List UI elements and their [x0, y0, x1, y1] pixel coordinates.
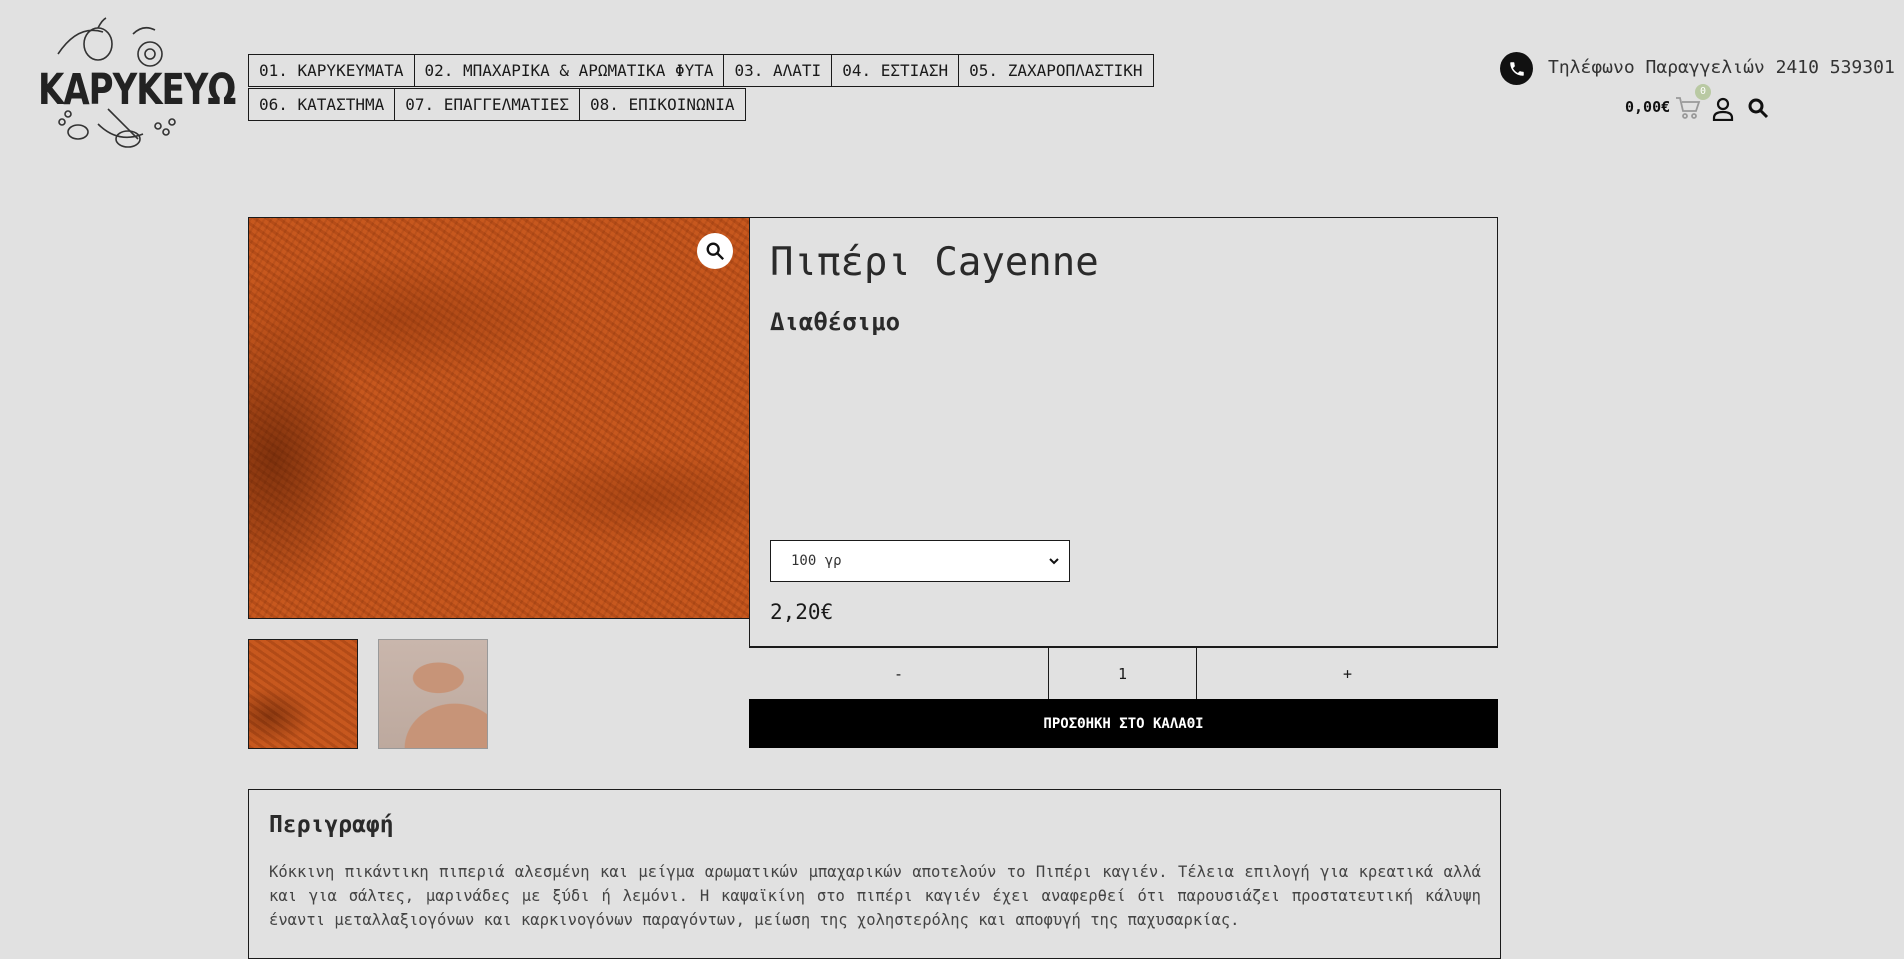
nav-item-spices-herbs[interactable]: 02. ΜΠΑΧΑΡΙΚΑ & ΑΡΩΜΑΤΙΚΑ ΦΥΤΑ [413, 54, 725, 87]
product-price: 2,20€ [770, 600, 834, 624]
product-thumbnail-1[interactable] [248, 639, 358, 749]
nav-item-professionals[interactable]: 07. ΕΠΑΓΓΕΛΜΑΤΙΕΣ [394, 88, 580, 121]
add-to-cart-button[interactable]: ΠΡΟΣΘΗΚΗ ΣΤΟ ΚΑΛΑΘΙ [749, 699, 1498, 748]
product-main-image[interactable] [248, 217, 750, 619]
qty-value[interactable]: 1 [1049, 648, 1197, 699]
magnifier-icon[interactable] [697, 233, 733, 269]
stock-status: Διαθέσιμο [770, 308, 901, 336]
nav-item-salt[interactable]: 03. ΑΛΑΤΙ [723, 54, 833, 87]
weight-select[interactable]: 100 γρ [770, 540, 1070, 582]
nav-item-contact[interactable]: 08. ΕΠΙΚΟΙΝΩΝΙΑ [579, 88, 746, 121]
main-nav-row-2: 06. ΚΑΤΑΣΤΗΜΑ 07. ΕΠΑΓΓΕΛΜΑΤΙΕΣ 08. ΕΠΙΚ… [248, 88, 746, 121]
description-text: Κόκκινη πικάντικη πιπεριά αλεσμένη και μ… [269, 863, 1481, 929]
nav-item-pastry[interactable]: 05. ΖΑΧΑΡΟΠΛΑΣΤΙΚΗ [958, 54, 1154, 87]
logo-text: ΚΑΡΥΚΕΥΩ [38, 65, 236, 115]
cart-icon[interactable] [1675, 96, 1701, 120]
product-thumbnail-2[interactable] [378, 639, 488, 749]
phone-order-text[interactable]: Τηλέφωνο Παραγγελιών 2410 539301 [1548, 57, 1895, 78]
main-nav-row-1: 01. ΚΑΡΥΚΕΥΜΑΤΑ 02. ΜΠΑΧΑΡΙΚΑ & ΑΡΩΜΑΤΙΚ… [248, 54, 1154, 87]
site-logo[interactable]: ΚΑΡΥΚΕΥΩ [38, 14, 236, 160]
cart-count-badge: 0 [1695, 84, 1711, 100]
cart-total[interactable]: 0,00€ [1625, 98, 1670, 116]
product-title: Πιπέρι Cayenne [770, 240, 1099, 285]
nav-item-shop[interactable]: 06. ΚΑΤΑΣΤΗΜΑ [248, 88, 396, 121]
phone-icon[interactable] [1500, 52, 1533, 85]
user-icon[interactable] [1712, 97, 1734, 122]
weight-select-value: 100 γρ [791, 553, 842, 569]
nav-item-catering[interactable]: 04. ΕΣΤΙΑΣΗ [831, 54, 960, 87]
chevron-down-icon [1049, 553, 1059, 569]
nav-item-seasonings[interactable]: 01. ΚΑΡΥΚΕΥΜΑΤΑ [248, 54, 415, 87]
qty-plus-button[interactable]: + [1197, 648, 1498, 699]
search-icon[interactable] [1747, 97, 1769, 119]
quantity-stepper: - 1 + [749, 647, 1498, 699]
qty-minus-button[interactable]: - [749, 648, 1049, 699]
description-title: Περιγραφή [269, 812, 394, 838]
